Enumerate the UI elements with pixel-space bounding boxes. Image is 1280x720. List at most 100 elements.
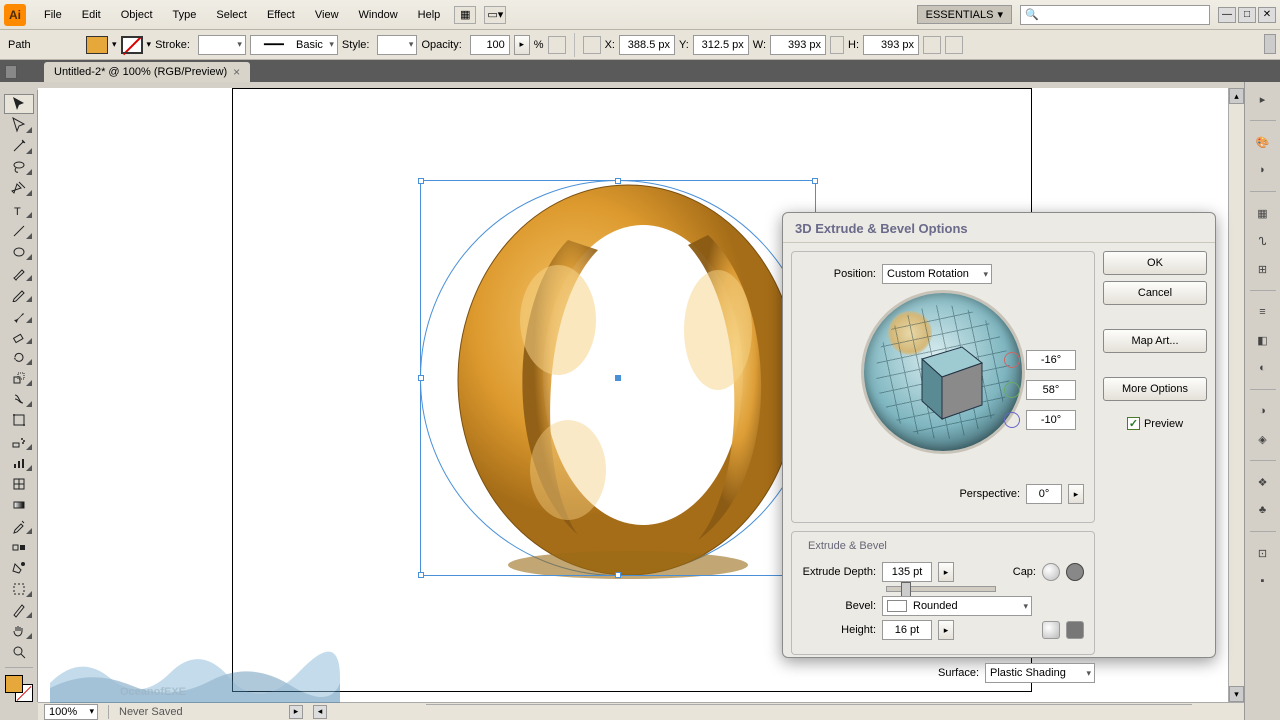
appearance-panel-icon[interactable]: ◑: [1251, 400, 1275, 422]
shape-tool[interactable]: [4, 242, 34, 262]
y-input[interactable]: [693, 35, 749, 55]
cap-on-icon[interactable]: [1042, 563, 1060, 581]
perspective-input[interactable]: [1026, 484, 1062, 504]
arrange-icon[interactable]: ▭▾: [484, 6, 506, 24]
selection-bounding-box[interactable]: [420, 180, 816, 576]
opacity-input[interactable]: [470, 35, 510, 55]
free-transform-tool[interactable]: [4, 410, 34, 430]
bevel-out-icon[interactable]: [1066, 621, 1084, 639]
transparency-panel-icon[interactable]: ◐: [1251, 357, 1275, 379]
fill-stroke-swatch[interactable]: [5, 675, 33, 702]
menu-window[interactable]: Window: [349, 5, 408, 25]
line-tool[interactable]: [4, 221, 34, 241]
surface-dropdown[interactable]: Plastic Shading: [985, 663, 1095, 683]
ok-button[interactable]: OK: [1103, 251, 1207, 275]
document-tab-close[interactable]: ×: [233, 65, 240, 79]
symbols-panel-icon[interactable]: ⊞: [1251, 258, 1275, 280]
workspace-switcher[interactable]: ESSENTIALS▾: [917, 5, 1012, 24]
menu-file[interactable]: File: [34, 5, 72, 25]
height-stepper[interactable]: ▸: [938, 620, 954, 640]
color-panel-icon[interactable]: 🎨: [1251, 131, 1275, 153]
preview-checkbox[interactable]: ✓ Preview: [1103, 417, 1207, 430]
menu-select[interactable]: Select: [206, 5, 257, 25]
vertical-scrollbar[interactable]: ▴ ▾: [1228, 88, 1244, 702]
scroll-up-button[interactable]: ▴: [1229, 88, 1244, 104]
align-panel-icon[interactable]: ⊡: [1251, 542, 1275, 564]
bevel-in-icon[interactable]: [1042, 621, 1060, 639]
gradient-panel-icon[interactable]: ◧: [1251, 329, 1275, 351]
transform-icon[interactable]: [583, 36, 601, 54]
blob-brush-tool[interactable]: [4, 305, 34, 325]
transform-panel-icon[interactable]: ▪: [1251, 570, 1275, 592]
graph-tool[interactable]: [4, 453, 34, 473]
rotate-y-input[interactable]: [1026, 380, 1076, 400]
artboards-panel-icon[interactable]: ♣: [1251, 499, 1275, 521]
lasso-tool[interactable]: [4, 157, 34, 177]
mesh-tool[interactable]: [4, 474, 34, 494]
stroke-panel-icon[interactable]: ≡: [1251, 301, 1275, 323]
recolor-icon[interactable]: [548, 36, 566, 54]
warp-tool[interactable]: [4, 389, 34, 409]
color-guide-icon[interactable]: ◗: [1251, 159, 1275, 181]
hand-tool[interactable]: [4, 621, 34, 641]
brush-dropdown[interactable]: ━━━ Basic: [250, 35, 338, 55]
horizontal-scrollbar[interactable]: [426, 704, 1192, 720]
height-input[interactable]: [882, 620, 932, 640]
minimize-button[interactable]: —: [1218, 7, 1236, 23]
document-tab[interactable]: Untitled-2* @ 100% (RGB/Preview) ×: [44, 62, 250, 82]
pen-tool[interactable]: [4, 178, 34, 198]
x-input[interactable]: [619, 35, 675, 55]
perspective-stepper[interactable]: ▸: [1068, 484, 1084, 504]
pencil-tool[interactable]: [4, 284, 34, 304]
menu-object[interactable]: Object: [111, 5, 163, 25]
style-dropdown[interactable]: [377, 35, 417, 55]
artboard-tool[interactable]: [4, 579, 34, 599]
zoom-tool[interactable]: [4, 642, 34, 662]
eraser-tool[interactable]: [4, 326, 34, 346]
controlbar-toggle[interactable]: [1264, 34, 1276, 54]
cap-off-icon[interactable]: [1066, 563, 1084, 581]
status-menu-button[interactable]: ▸: [289, 705, 303, 719]
blend-tool[interactable]: [4, 537, 34, 557]
layers-panel-icon[interactable]: ❖: [1251, 471, 1275, 493]
search-box[interactable]: 🔍: [1020, 5, 1210, 25]
tools-hint-icon[interactable]: ▸: [1251, 88, 1275, 110]
type-tool[interactable]: T: [4, 199, 34, 219]
menu-edit[interactable]: Edit: [72, 5, 111, 25]
close-button[interactable]: ✕: [1258, 7, 1276, 23]
stroke-weight-dropdown[interactable]: [198, 35, 246, 55]
expand-dock-icon[interactable]: [5, 65, 17, 79]
depth-input[interactable]: [882, 562, 932, 582]
scale-tool[interactable]: [4, 368, 34, 388]
live-paint-tool[interactable]: [4, 558, 34, 578]
paintbrush-tool[interactable]: [4, 263, 34, 283]
depth-stepper[interactable]: ▸: [938, 562, 954, 582]
maximize-button[interactable]: □: [1238, 7, 1256, 23]
hscroll-left-button[interactable]: ◂: [313, 705, 327, 719]
rotate-tool[interactable]: [4, 347, 34, 367]
menu-view[interactable]: View: [305, 5, 349, 25]
menu-type[interactable]: Type: [163, 5, 207, 25]
position-dropdown[interactable]: Custom Rotation: [882, 264, 992, 284]
gradient-tool[interactable]: [4, 495, 34, 515]
bridge-icon[interactable]: ▦: [454, 6, 476, 24]
align-icon[interactable]: [923, 36, 941, 54]
h-input[interactable]: [863, 35, 919, 55]
more-options-button[interactable]: More Options: [1103, 377, 1207, 401]
menu-help[interactable]: Help: [408, 5, 451, 25]
opacity-stepper[interactable]: ▸: [514, 35, 530, 55]
cancel-button[interactable]: Cancel: [1103, 281, 1207, 305]
bevel-dropdown[interactable]: Rounded: [882, 596, 1032, 616]
swatches-panel-icon[interactable]: ▦: [1251, 202, 1275, 224]
direct-selection-tool[interactable]: [4, 115, 34, 135]
w-input[interactable]: [770, 35, 826, 55]
fill-swatch[interactable]: [86, 36, 108, 54]
graphic-styles-icon[interactable]: ◈: [1251, 428, 1275, 450]
search-input[interactable]: [1043, 9, 1205, 21]
slice-tool[interactable]: [4, 600, 34, 620]
scroll-down-button[interactable]: ▾: [1229, 686, 1244, 702]
eyedropper-tool[interactable]: [4, 516, 34, 536]
rotate-x-input[interactable]: [1026, 350, 1076, 370]
magic-wand-tool[interactable]: [4, 136, 34, 156]
stroke-swatch[interactable]: [121, 36, 143, 54]
